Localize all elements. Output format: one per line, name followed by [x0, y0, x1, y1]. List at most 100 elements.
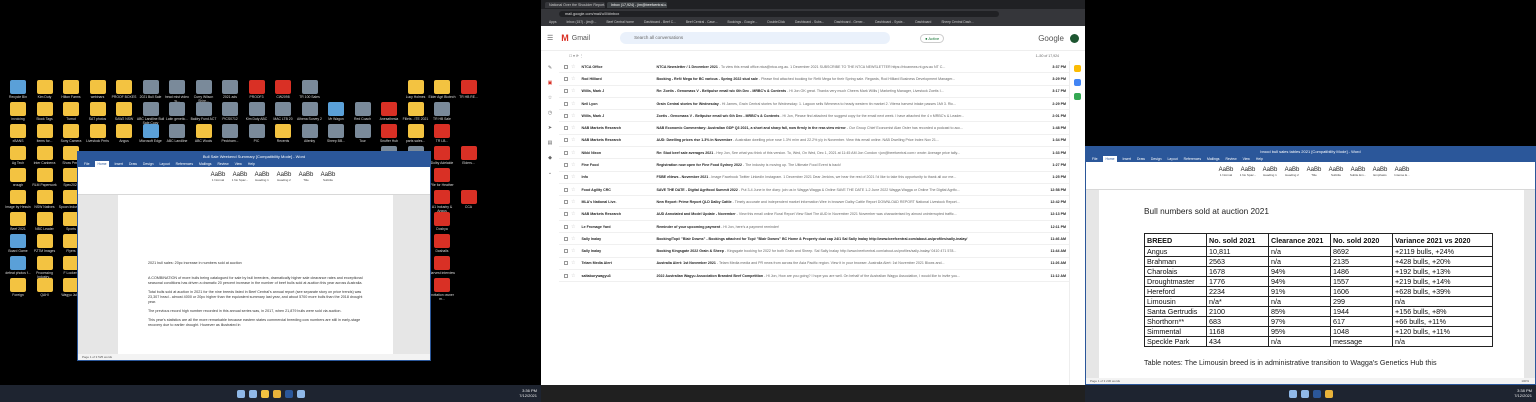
- star-icon[interactable]: ☆: [571, 125, 575, 131]
- style-gallery-item[interactable]: AaBb Heading 2: [1282, 167, 1302, 181]
- desktop-icon[interactable]: QAHI: [31, 278, 59, 301]
- table-cell[interactable]: Charolais: [1144, 266, 1207, 277]
- table-cell[interactable]: 1944: [1330, 306, 1393, 317]
- desktop-icon[interactable]: Angus: [110, 124, 138, 147]
- desktop-icon[interactable]: ABC Wools: [190, 124, 218, 147]
- row-checkbox[interactable]: [564, 261, 568, 266]
- sent-icon[interactable]: ➤: [548, 125, 552, 131]
- bookmark[interactable]: Beef Central home: [606, 20, 634, 24]
- desktop-icon[interactable]: Microsoft Edge: [137, 124, 165, 147]
- table-cell[interactable]: 10,811: [1206, 246, 1269, 257]
- table-cell[interactable]: +219 bulls, +14%: [1392, 276, 1493, 287]
- email-row[interactable]: ☆ Info FSBE eNews - November 2021 - Image …: [559, 172, 1069, 184]
- star-icon[interactable]: ☆: [571, 224, 575, 230]
- desktop-icon[interactable]: Items for...: [31, 124, 59, 147]
- desktop-icon[interactable]: Harvest interview: [428, 256, 456, 279]
- star-icon[interactable]: ☆: [571, 76, 575, 82]
- desktop-icon[interactable]: SAT photos: [84, 102, 112, 125]
- email-row[interactable]: ☆ NAB Markets Research AUD: Dwelling price…: [559, 135, 1069, 148]
- star-icon[interactable]: ☆: [571, 113, 575, 119]
- table-cell[interactable]: 91%: [1268, 286, 1331, 297]
- snoozed-icon[interactable]: ◷: [548, 110, 552, 116]
- desktop-icon[interactable]: Baldry Fund ACT: [190, 102, 218, 125]
- star-icon[interactable]: ☆: [571, 211, 575, 217]
- desktop-icon[interactable]: Invitation owner m...: [428, 278, 456, 301]
- table-cell[interactable]: n/a: [1392, 296, 1493, 307]
- desktop-icon[interactable]: NSW Natives: [31, 190, 59, 213]
- document-page[interactable]: 2021 bull sales: 20pc increase in number…: [118, 195, 393, 354]
- style-gallery-item[interactable]: AaBb Heading 2: [274, 172, 294, 186]
- table-cell[interactable]: n/a: [1268, 256, 1331, 267]
- row-checkbox[interactable]: [564, 175, 568, 180]
- row-checkbox[interactable]: [564, 249, 568, 254]
- table-cell[interactable]: 2234: [1206, 286, 1269, 297]
- table-cell[interactable]: message: [1330, 336, 1393, 347]
- desktop-icon[interactable]: 2021 ads: [216, 80, 244, 103]
- row-checkbox[interactable]: [564, 212, 568, 217]
- table-cell[interactable]: 94%: [1268, 276, 1331, 287]
- table-cell[interactable]: +192 bulls, +13%: [1392, 266, 1493, 277]
- browser-tab[interactable]: National Over the Shoulder Report...: [545, 1, 605, 8]
- chrome-icon[interactable]: [272, 389, 281, 398]
- table-cell[interactable]: n/a: [1268, 296, 1331, 307]
- table-cell[interactable]: 1168: [1206, 326, 1269, 337]
- style-gallery-item[interactable]: AaBb 1 No Spac...: [1238, 167, 1258, 181]
- desktop-icon[interactable]: TR HB Sale: [428, 102, 456, 125]
- bookmark[interactable]: Beef Central - Case...: [686, 20, 718, 24]
- table-cell[interactable]: 2563: [1206, 256, 1269, 267]
- table-cell[interactable]: n/a: [1268, 336, 1331, 347]
- desktop-icon[interactable]: webinars: [84, 80, 112, 103]
- table-cell[interactable]: n/a: [1268, 246, 1331, 257]
- style-gallery-item[interactable]: AaBb Emphasis: [1370, 167, 1390, 181]
- email-row[interactable]: ☆ Fine Food Registration now open for Fine…: [559, 159, 1069, 172]
- desktop-icon[interactable]: PIC: [243, 124, 271, 147]
- desktop-icon[interactable]: Lucy Holmes: [402, 80, 430, 103]
- star-icon[interactable]: ☆: [571, 260, 575, 266]
- desktop-icon[interactable]: TR LB...: [428, 124, 456, 147]
- desktop-icon[interactable]: defeat photos f...: [4, 256, 32, 279]
- desktop-icon[interactable]: Stock Tags: [31, 102, 59, 125]
- table-cell[interactable]: Limousin: [1144, 296, 1207, 307]
- search-input[interactable]: Search all conversations: [620, 32, 891, 44]
- star-icon[interactable]: ☆: [571, 273, 575, 279]
- row-checkbox[interactable]: [564, 187, 568, 192]
- email-row[interactable]: ☆ NAB Markets Research AUD Annotated and M…: [559, 209, 1069, 221]
- desktop-icon[interactable]: head mist video w...: [163, 80, 191, 103]
- table-cell[interactable]: 1048: [1330, 326, 1393, 337]
- desktop-icon[interactable]: Dolby Adelaide: [428, 146, 456, 169]
- desktop-icon[interactable]: PZTM Images: [31, 234, 59, 257]
- desktop-icon[interactable]: Sheep BB...: [322, 124, 350, 147]
- style-gallery-item[interactable]: AaBb Title: [1304, 167, 1324, 181]
- table-cell[interactable]: 95%: [1268, 326, 1331, 337]
- row-checkbox[interactable]: [564, 113, 568, 118]
- desktop-icon[interactable]: Latin genetic...: [163, 102, 191, 125]
- inbox-icon[interactable]: ▣: [548, 80, 553, 86]
- desktop-icon[interactable]: Inter Canberra: [31, 146, 59, 169]
- star-icon[interactable]: ☆: [571, 199, 575, 205]
- table-cell[interactable]: 2100: [1206, 306, 1269, 317]
- row-checkbox[interactable]: [564, 101, 568, 106]
- tasks-icon[interactable]: [1074, 93, 1081, 100]
- table-cell[interactable]: 617: [1330, 316, 1393, 327]
- bookmark[interactable]: Dashboard - Gener...: [834, 20, 865, 24]
- style-gallery-item[interactable]: AaBb 1 No Spac...: [230, 172, 250, 186]
- desktop-icon[interactable]: Recycle Bin: [4, 80, 32, 103]
- table-cell[interactable]: 1606: [1330, 286, 1393, 297]
- document-page[interactable]: Bull numbers sold at auction 2021 BREED N…: [1099, 190, 1524, 378]
- bookmark[interactable]: Dashboard - Subs...: [795, 20, 824, 24]
- table-cell[interactable]: 1776: [1206, 276, 1269, 287]
- desktop-icon[interactable]: SAW2 NSW: [110, 102, 138, 125]
- table-cell[interactable]: 94%: [1268, 266, 1331, 277]
- desktop-icon[interactable]: PROOF BOXES: [110, 80, 138, 103]
- desktop-icon[interactable]: Kim Duty ABC: [243, 102, 271, 125]
- chrome-icon[interactable]: [1324, 389, 1333, 398]
- table-cell[interactable]: Angus: [1144, 246, 1207, 257]
- table-cell[interactable]: +120 bulls, +11%: [1392, 326, 1493, 337]
- email-row[interactable]: ☆ Sally Inalay Booking/Top# "Blair Downs" …: [559, 233, 1069, 246]
- calendar-icon[interactable]: [1074, 65, 1081, 72]
- select-all-checkbox[interactable]: ☐ ▾ ⟳ ⋮: [569, 54, 583, 58]
- desktop-icon[interactable]: Alhena Survey 2: [296, 102, 324, 125]
- desktop-icon[interactable]: File for Heather: [428, 168, 456, 191]
- style-gallery-item[interactable]: AaBb Heading 1: [1260, 167, 1280, 181]
- bookmark[interactable]: DoubleClick: [767, 20, 785, 24]
